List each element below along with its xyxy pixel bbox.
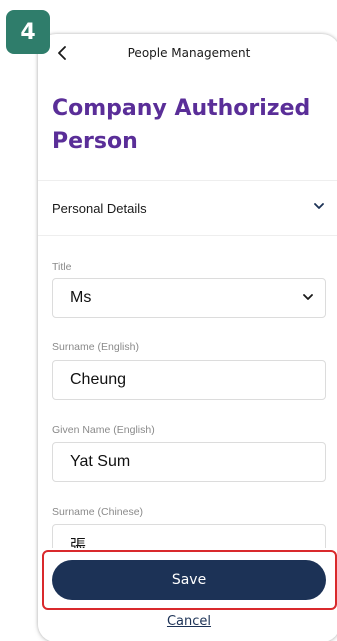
- save-button[interactable]: Save: [52, 560, 326, 600]
- chevron-down-icon: [314, 203, 324, 209]
- step-number-badge: 4: [6, 10, 50, 54]
- given-name-english-value: Yat Sum: [70, 453, 131, 470]
- section-label: Personal Details: [52, 200, 147, 216]
- chevron-down-icon: [303, 294, 313, 300]
- surname-chinese-label: Surname (Chinese): [52, 506, 144, 518]
- personal-details-section-toggle[interactable]: Personal Details: [38, 180, 337, 236]
- title-field-label: Title: [52, 261, 72, 273]
- chevron-left-icon: [58, 46, 66, 60]
- given-name-english-label: Given Name (English): [52, 424, 155, 436]
- top-navigation-bar: People Management: [38, 34, 337, 72]
- cancel-link[interactable]: Cancel: [38, 614, 337, 629]
- surname-english-input[interactable]: Cheung: [52, 360, 326, 400]
- page-title: Company Authorized Person: [52, 96, 311, 154]
- title-select-value: Ms: [70, 289, 92, 306]
- header-title: People Management: [127, 46, 251, 60]
- bottom-action-bar: Save Cancel: [38, 548, 337, 641]
- back-button[interactable]: [52, 43, 72, 63]
- surname-english-value: Cheung: [70, 371, 127, 388]
- phone-screen: People Management Company Authorized Per…: [38, 34, 337, 641]
- title-select[interactable]: Ms: [52, 278, 326, 318]
- given-name-english-input[interactable]: Yat Sum: [52, 442, 326, 482]
- surname-english-label: Surname (English): [52, 341, 139, 353]
